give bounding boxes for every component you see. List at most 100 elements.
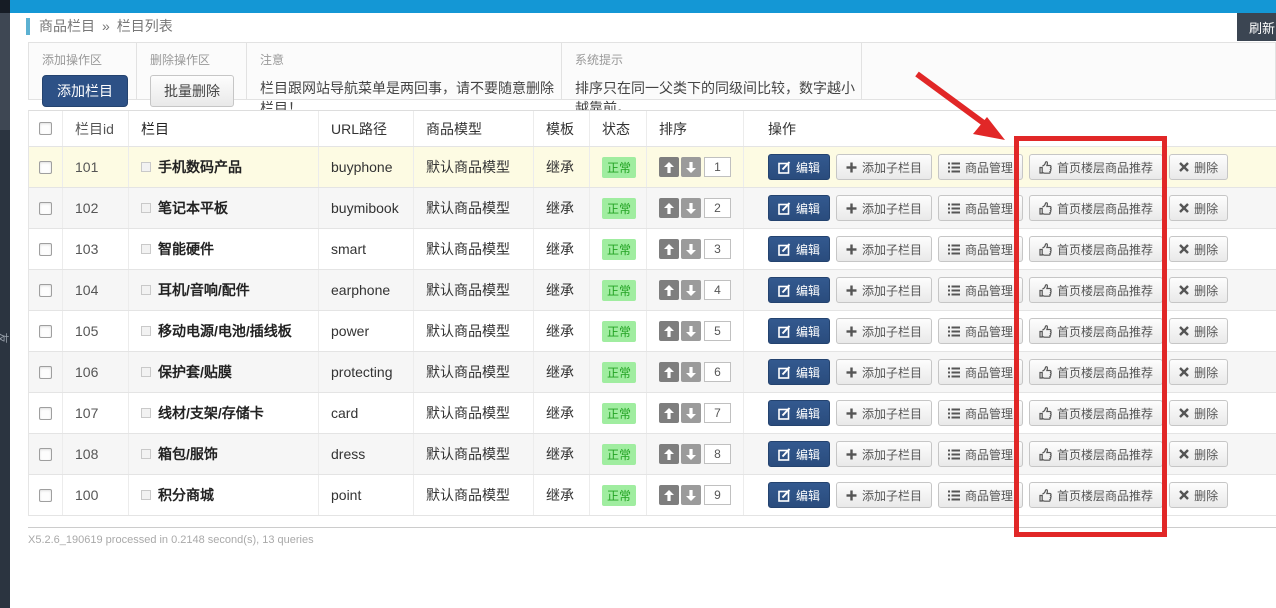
sort-up-button[interactable] <box>659 444 679 464</box>
add-child-category-button[interactable]: 添加子栏目 <box>836 236 932 262</box>
edit-button[interactable]: 编辑 <box>768 400 830 426</box>
sort-up-button[interactable] <box>659 198 679 218</box>
sort-up-button[interactable] <box>659 157 679 177</box>
row-checkbox-cell <box>29 393 63 433</box>
add-child-category-button[interactable]: 添加子栏目 <box>836 277 932 303</box>
home-floor-recommend-button[interactable]: 首页楼层商品推荐 <box>1029 277 1163 303</box>
sort-up-button[interactable] <box>659 485 679 505</box>
add-child-category-button[interactable]: 添加子栏目 <box>836 154 932 180</box>
row-checkbox[interactable] <box>39 202 52 215</box>
row-checkbox[interactable] <box>39 489 52 502</box>
sort-down-button[interactable] <box>681 239 701 259</box>
delete-button[interactable]: 删除 <box>1169 154 1228 180</box>
product-manage-button[interactable]: 商品管理 <box>938 236 1023 262</box>
sort-down-button[interactable] <box>681 321 701 341</box>
footer-divider <box>28 527 1276 528</box>
home-floor-recommend-button-label: 首页楼层商品推荐 <box>1057 487 1153 504</box>
add-child-category-button-label: 添加子栏目 <box>862 323 922 340</box>
product-manage-button-label: 商品管理 <box>965 446 1013 463</box>
home-floor-recommend-button[interactable]: 首页楼层商品推荐 <box>1029 482 1163 508</box>
sort-order-input[interactable] <box>704 198 731 218</box>
delete-button[interactable]: 删除 <box>1169 236 1228 262</box>
row-checkbox[interactable] <box>39 448 52 461</box>
row-checkbox[interactable] <box>39 325 52 338</box>
edit-button[interactable]: 编辑 <box>768 441 830 467</box>
row-checkbox[interactable] <box>39 243 52 256</box>
delete-button[interactable]: 删除 <box>1169 400 1228 426</box>
delete-button[interactable]: 删除 <box>1169 195 1228 221</box>
product-manage-button[interactable]: 商品管理 <box>938 277 1023 303</box>
edit-button[interactable]: 编辑 <box>768 277 830 303</box>
add-child-category-button[interactable]: 添加子栏目 <box>836 482 932 508</box>
sort-order-input[interactable] <box>704 321 731 341</box>
table-header-row: 栏目id 栏目 URL路径 商品模型 模板 状态 排序 操作 <box>29 111 1276 147</box>
sort-down-button[interactable] <box>681 444 701 464</box>
home-floor-recommend-button[interactable]: 首页楼层商品推荐 <box>1029 359 1163 385</box>
row-checkbox[interactable] <box>39 161 52 174</box>
product-manage-button[interactable]: 商品管理 <box>938 359 1023 385</box>
row-checkbox-cell <box>29 475 63 515</box>
category-name-cell: 耳机/音响/配件 <box>129 270 319 310</box>
sort-up-button[interactable] <box>659 239 679 259</box>
delete-button[interactable]: 删除 <box>1169 359 1228 385</box>
select-all-checkbox[interactable] <box>39 122 52 135</box>
edit-button[interactable]: 编辑 <box>768 236 830 262</box>
home-floor-recommend-button[interactable]: 首页楼层商品推荐 <box>1029 400 1163 426</box>
sort-down-button[interactable] <box>681 280 701 300</box>
add-child-category-button[interactable]: 添加子栏目 <box>836 195 932 221</box>
sort-order-input[interactable] <box>704 444 731 464</box>
status-badge: 正常 <box>602 444 636 465</box>
home-floor-recommend-button[interactable]: 首页楼层商品推荐 <box>1029 318 1163 344</box>
row-checkbox[interactable] <box>39 284 52 297</box>
product-manage-button[interactable]: 商品管理 <box>938 482 1023 508</box>
delete-button[interactable]: 删除 <box>1169 277 1228 303</box>
edit-button[interactable]: 编辑 <box>768 154 830 180</box>
sort-order-input[interactable] <box>704 280 731 300</box>
batch-delete-button[interactable]: 批量删除 <box>150 75 234 107</box>
edit-button-label: 编辑 <box>796 487 820 504</box>
row-checkbox[interactable] <box>39 366 52 379</box>
edit-button[interactable]: 编辑 <box>768 195 830 221</box>
sort-down-button[interactable] <box>681 485 701 505</box>
edit-button[interactable]: 编辑 <box>768 318 830 344</box>
sort-up-button[interactable] <box>659 403 679 423</box>
delete-button[interactable]: 删除 <box>1169 482 1228 508</box>
edit-button-label: 编辑 <box>796 159 820 176</box>
add-child-category-button[interactable]: 添加子栏目 <box>836 318 932 344</box>
product-manage-button-label: 商品管理 <box>965 200 1013 217</box>
sort-order-input[interactable] <box>704 485 731 505</box>
sort-up-button[interactable] <box>659 362 679 382</box>
refresh-button[interactable]: 刷新 <box>1237 13 1276 41</box>
add-category-button[interactable]: 添加栏目 <box>42 75 128 107</box>
sort-down-button[interactable] <box>681 198 701 218</box>
sort-down-button[interactable] <box>681 157 701 177</box>
home-floor-recommend-button[interactable]: 首页楼层商品推荐 <box>1029 236 1163 262</box>
edit-button[interactable]: 编辑 <box>768 359 830 385</box>
sort-down-button[interactable] <box>681 362 701 382</box>
delete-button[interactable]: 删除 <box>1169 318 1228 344</box>
status-cell: 正常 <box>590 188 647 228</box>
add-child-category-button[interactable]: 添加子栏目 <box>836 441 932 467</box>
delete-button[interactable]: 删除 <box>1169 441 1228 467</box>
home-floor-recommend-button[interactable]: 首页楼层商品推荐 <box>1029 154 1163 180</box>
product-manage-button[interactable]: 商品管理 <box>938 318 1023 344</box>
sort-up-button[interactable] <box>659 280 679 300</box>
product-manage-button[interactable]: 商品管理 <box>938 441 1023 467</box>
home-floor-recommend-button[interactable]: 首页楼层商品推荐 <box>1029 441 1163 467</box>
row-checkbox-cell <box>29 147 63 187</box>
edit-button[interactable]: 编辑 <box>768 482 830 508</box>
sort-order-input[interactable] <box>704 157 731 177</box>
sort-down-button[interactable] <box>681 403 701 423</box>
sort-order-input[interactable] <box>704 403 731 423</box>
sort-up-button[interactable] <box>659 321 679 341</box>
add-child-category-button[interactable]: 添加子栏目 <box>836 400 932 426</box>
row-checkbox[interactable] <box>39 407 52 420</box>
collapsed-sidebar[interactable]: 友 <box>0 0 10 608</box>
add-child-category-button[interactable]: 添加子栏目 <box>836 359 932 385</box>
sort-order-input[interactable] <box>704 362 731 382</box>
home-floor-recommend-button[interactable]: 首页楼层商品推荐 <box>1029 195 1163 221</box>
product-manage-button[interactable]: 商品管理 <box>938 400 1023 426</box>
product-manage-button[interactable]: 商品管理 <box>938 195 1023 221</box>
product-manage-button[interactable]: 商品管理 <box>938 154 1023 180</box>
sort-order-input[interactable] <box>704 239 731 259</box>
